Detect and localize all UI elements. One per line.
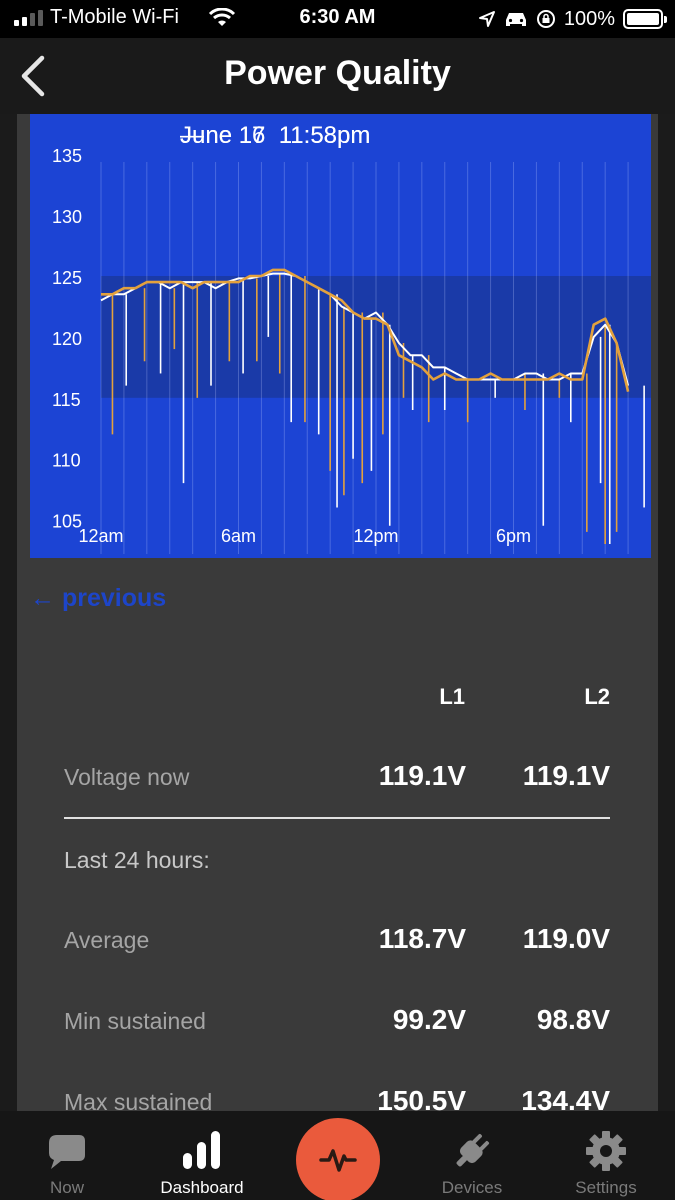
location-icon [478,11,495,27]
battery-icon [623,9,667,29]
carrier-label: T-Mobile Wi-Fi [50,6,179,28]
divider [64,817,610,819]
page-title: Power Quality [224,54,451,92]
previous-link[interactable]: ← previous [30,584,166,613]
chart-svg: 10511011512012513013512am 6am 12pm 6pm [52,146,651,554]
y-tick-label: 110 [52,451,81,471]
wifi-icon [208,8,236,26]
y-tick-label: 130 [52,207,82,227]
tab-settings-label: Settings [575,1178,637,1197]
power-quality-button[interactable] [296,1118,380,1200]
tab-dashboard[interactable]: Dashboard [142,1111,262,1200]
gear-icon [586,1131,626,1171]
bar-chart-icon [183,1131,220,1169]
car-icon [505,13,526,26]
y-tick-label: 135 [52,146,82,166]
plug-icon [456,1133,490,1167]
signal-icon [14,10,43,26]
y-tick-label: 115 [52,390,81,410]
min-sustained-label: Min sustained [64,1008,206,1034]
voltage-now-l2: 119.1V [522,760,610,791]
max-sustained-label: Max sustained [64,1089,213,1111]
column-header-l2: L2 [584,684,610,709]
tab-now-label: Now [49,1178,84,1197]
tab-devices[interactable]: Devices [412,1111,532,1200]
rotation-lock-icon [536,10,555,28]
max-sustained-l1: 150.5V [377,1085,466,1111]
voltage-chart: 105 110 115 120 125 130 135 12am 6am 12pm 6pm June… [30,114,651,558]
pulse-icon [319,1149,357,1172]
x-tick-label: 6am [221,526,256,546]
min-sustained-l1: 99.2V [392,1004,466,1035]
voltage-now-l1: 119.1V [378,760,466,791]
x-tick-label: 12am [78,526,123,546]
tab-settings[interactable]: Settings [546,1111,666,1200]
average-l2: 119.0V [522,923,610,954]
speech-bubble-icon [49,1135,85,1169]
y-tick-label: 120 [52,329,82,349]
tab-devices-label: Devices [441,1178,503,1197]
min-sustained-l2: 98.8V [536,1004,610,1035]
tab-dashboard-label: Dashboard [160,1178,244,1197]
previous-label: previous [61,584,167,612]
y-tick-label: 125 [52,268,82,288]
column-header-l1: L1 [439,684,465,709]
average-label: Average [64,927,150,953]
arrow-left-icon: ← [30,584,55,612]
max-sustained-l2: 134.4V [521,1085,610,1111]
content-scroll[interactable]: 105 110 115 120 125 130 135 12am 6am 12pm 6pm June… [0,114,675,1111]
voltage-now-label: Voltage now [64,764,190,790]
battery-percent: 100% [563,7,615,30]
x-tick-label: 6pm [496,526,531,546]
last-24-hours-label: Last 24 hours: [64,847,210,873]
status-bar: T-Mobile Wi-Fi 6:30 AM 100% [0,0,675,38]
tab-now[interactable]: Now [7,1111,127,1200]
x-tick-label: 12pm [353,526,398,546]
average-l1: 118.7V [378,923,466,954]
nav-bar: Power Quality [0,38,675,114]
